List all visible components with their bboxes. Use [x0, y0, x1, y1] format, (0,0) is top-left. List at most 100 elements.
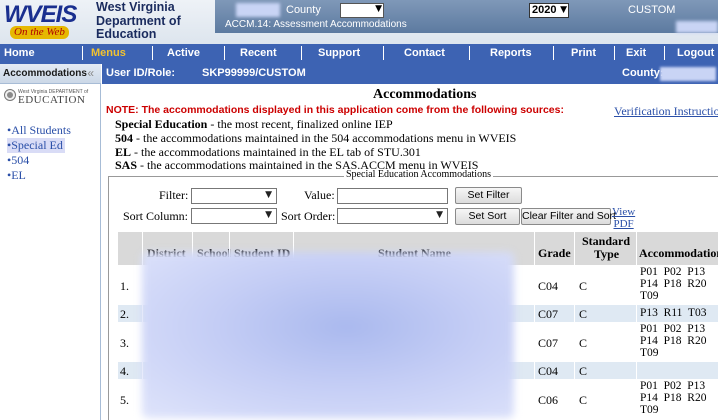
- type-cell: C: [579, 279, 588, 293]
- source-line: Special Education - the most recent, fin…: [115, 117, 393, 132]
- sort-column-select[interactable]: ▼: [191, 208, 277, 224]
- source-desc: - the accommodations maintained in the E…: [131, 145, 421, 159]
- column-divider: [534, 232, 535, 420]
- chevron-down-icon: ▼: [436, 210, 443, 220]
- nav-exit[interactable]: Exit: [626, 47, 646, 59]
- module-title: ACCM.14: Assessment Accommodations: [225, 19, 407, 30]
- filter-label: Filter:: [159, 188, 189, 202]
- county-select[interactable]: ▼: [340, 3, 384, 18]
- sidebar-item-all-students[interactable]: •All Students: [7, 123, 71, 138]
- source-desc: - the accommodations maintained in the 5…: [133, 131, 517, 145]
- nav-reports[interactable]: Reports: [490, 47, 532, 59]
- accommodations-cell: P01 P02 P13 P14 P18 R20 T09: [640, 380, 707, 416]
- source-name: 504: [115, 131, 133, 145]
- view-pdf-link[interactable]: View PDF: [612, 206, 635, 230]
- set-sort-button[interactable]: Set Sort: [455, 208, 520, 225]
- logo-big-text: EDUCATION: [18, 94, 86, 106]
- col-grade[interactable]: Grade: [538, 246, 571, 261]
- nav-separator: [664, 46, 665, 60]
- grade-cell: C07: [538, 307, 559, 321]
- collapse-icon[interactable]: «: [87, 66, 94, 80]
- type-cell: C: [579, 336, 588, 350]
- nav-separator: [553, 46, 554, 60]
- fieldset-legend: Special Education Accommodations: [344, 169, 493, 180]
- view-pdf-text: PDF: [613, 218, 634, 230]
- type-cell: C: [579, 393, 588, 407]
- accommodations-cell: P13 R11 T03: [640, 307, 707, 319]
- sort-column-label: Sort Column:: [123, 209, 189, 223]
- source-name: EL: [115, 145, 132, 159]
- accommodations-cell: P01 P02 P13 P14 P18 R20 T09: [640, 323, 707, 359]
- column-divider: [574, 232, 575, 420]
- nav-separator: [614, 46, 615, 60]
- filter-select[interactable]: ▼: [191, 188, 277, 204]
- app-header: WVEIS On the Web West Virginia Departmen…: [0, 0, 718, 44]
- clear-filter-sort-button[interactable]: Clear Filter and Sort: [521, 208, 616, 225]
- row-number: 3.: [120, 336, 129, 350]
- county-label: County: [286, 4, 321, 16]
- source-line: 504 - the accommodations maintained in t…: [115, 131, 516, 146]
- year-select[interactable]: 2020 ▼: [529, 3, 569, 18]
- user-id-label: User ID/Role:: [106, 67, 176, 79]
- nav-separator: [469, 46, 470, 60]
- value-label: Value:: [304, 188, 335, 202]
- source-name: Special Education: [115, 117, 208, 131]
- wveis-logo[interactable]: WVEIS On the Web: [4, 3, 90, 41]
- logo-text: WVEIS: [4, 1, 77, 28]
- type-cell: C: [579, 307, 588, 321]
- source-desc: - the most recent, finalized online IEP: [207, 117, 393, 131]
- sidebar-title: Accommodations: [3, 68, 87, 79]
- grade-cell: C04: [538, 279, 559, 293]
- sidebar-item-504[interactable]: •504: [7, 153, 29, 168]
- wvde-logo: West Virginia DEPARTMENT of EDUCATION: [4, 88, 99, 108]
- nav-menus[interactable]: Menus: [91, 47, 126, 59]
- set-filter-button[interactable]: Set Filter: [455, 187, 522, 204]
- department-name: West Virginia Department of Education: [96, 0, 181, 41]
- main-nav: Home Menus Active Recent Support Contact…: [0, 44, 718, 64]
- page-title: Accommodations: [373, 87, 477, 102]
- logo-tagline: On the Web: [10, 26, 69, 39]
- nav-separator: [301, 46, 302, 60]
- nav-recent[interactable]: Recent: [240, 47, 277, 59]
- nav-home[interactable]: Home: [4, 47, 35, 59]
- grade-cell: C04: [538, 364, 559, 378]
- grade-cell: C07: [538, 336, 559, 350]
- sidebar-item-special-ed[interactable]: •Special Ed: [7, 138, 65, 153]
- sidebar-item-el[interactable]: •EL: [7, 168, 26, 183]
- row-number: 5.: [120, 393, 129, 407]
- nav-separator: [383, 46, 384, 60]
- year-value: 2020: [532, 4, 557, 16]
- nav-contact[interactable]: Contact: [404, 47, 445, 59]
- row-number: 4.: [120, 364, 129, 378]
- user-name-redacted: [676, 21, 718, 33]
- sort-order-label: Sort Order:: [281, 209, 336, 223]
- verification-instructions-link[interactable]: Verification Instructions: [614, 104, 718, 119]
- student-info-redacted: [142, 252, 514, 418]
- nav-active[interactable]: Active: [167, 47, 200, 59]
- county-label: County:: [622, 67, 664, 79]
- nav-print[interactable]: Print: [571, 47, 596, 59]
- row-number: 2.: [120, 307, 129, 321]
- col-accommodations[interactable]: Accommodations: [639, 246, 718, 261]
- chevron-down-icon: ▼: [265, 190, 272, 200]
- filter-value-input[interactable]: [337, 188, 448, 204]
- sort-order-select[interactable]: ▼: [337, 208, 448, 224]
- user-bar: User ID/Role: SKP99999/CUSTOM County:: [102, 64, 718, 84]
- source-name: SAS: [115, 158, 138, 172]
- grade-cell: C06: [538, 393, 559, 407]
- view-pdf-text: View: [612, 206, 636, 218]
- row-number: 1.: [120, 279, 129, 293]
- county-name-redacted: [236, 3, 280, 17]
- nav-support[interactable]: Support: [318, 47, 360, 59]
- accommodations-cell: P01 P02 P13 P14 P18 R20 T09: [640, 266, 707, 302]
- sources-note: NOTE: The accommodations displayed in th…: [106, 104, 564, 116]
- nav-separator: [224, 46, 225, 60]
- user-id-value: SKP99999/CUSTOM: [202, 67, 306, 79]
- nav-logout[interactable]: Logout: [677, 47, 714, 59]
- type-cell: C: [579, 364, 588, 378]
- seal-icon: [4, 89, 16, 101]
- col-standard-type-2: Type: [594, 247, 620, 261]
- sidebar-header: Accommodations «: [0, 64, 101, 84]
- county-value-redacted: [660, 67, 716, 81]
- role-label: CUSTOM: [628, 4, 676, 16]
